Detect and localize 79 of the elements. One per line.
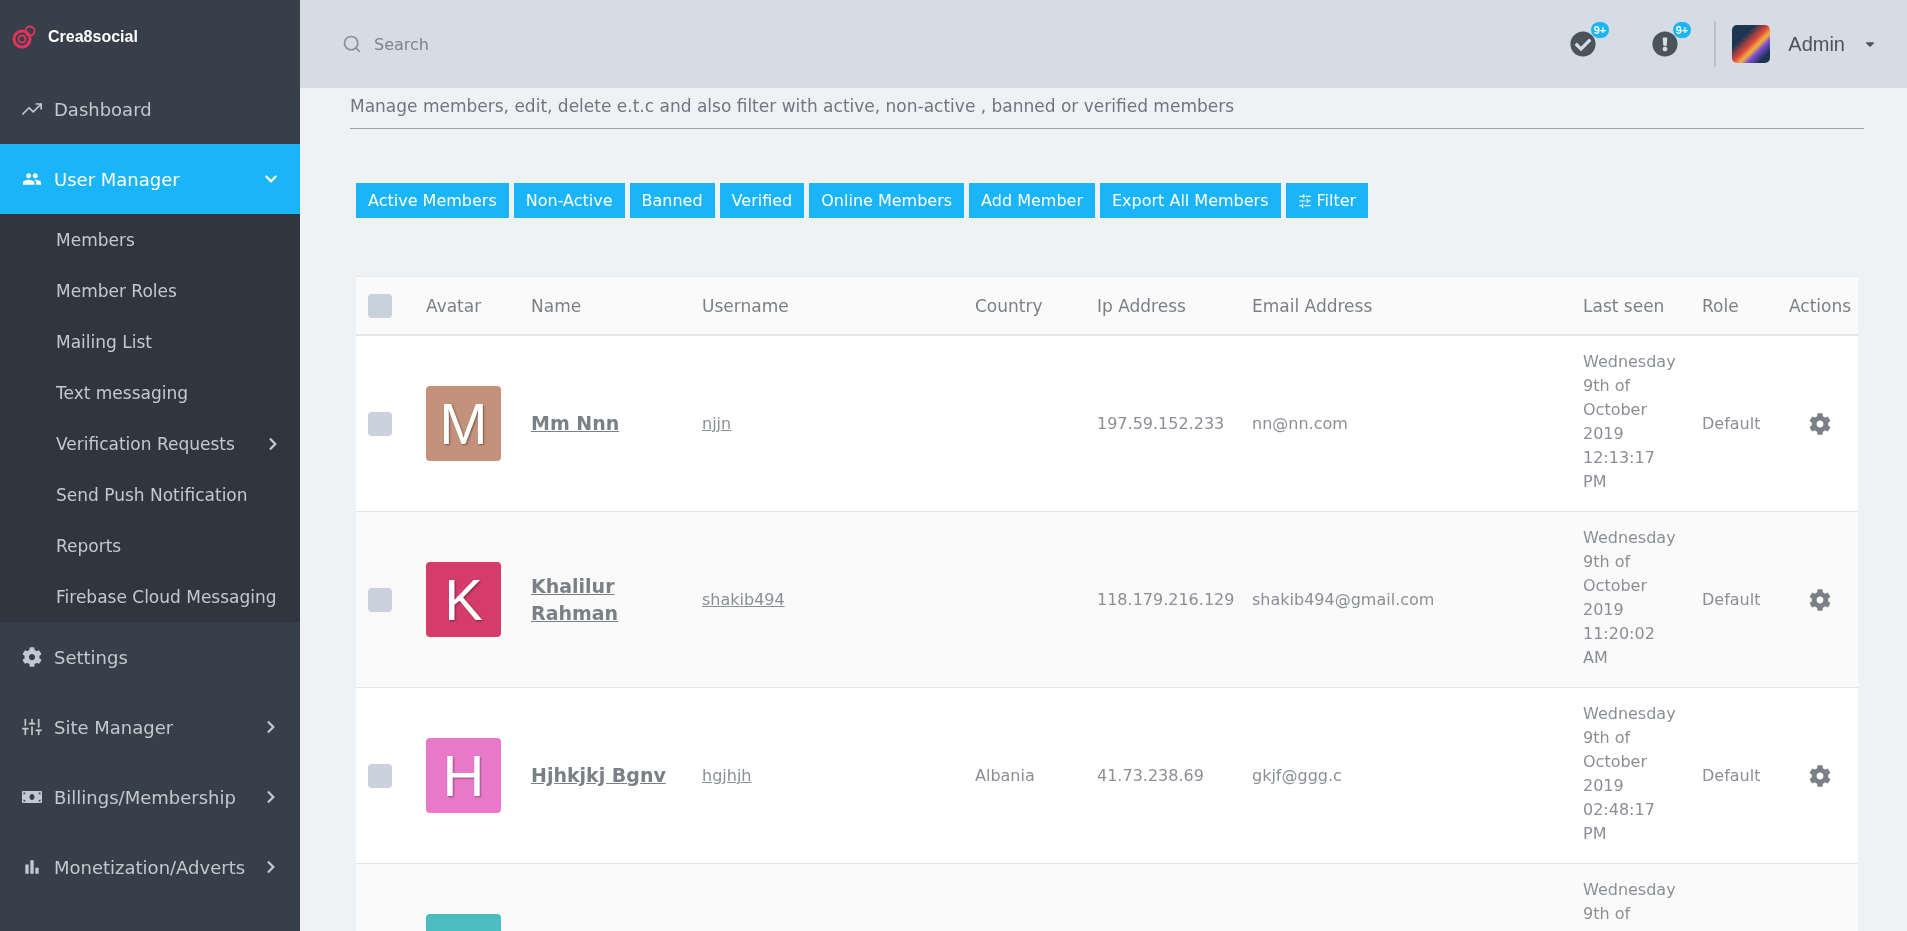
logo-icon: [12, 24, 38, 50]
sidebar-item[interactable]: Site Manager: [0, 692, 300, 762]
count-badge: 9+: [1590, 22, 1610, 38]
role-text: Default: [1702, 590, 1762, 609]
email-text: shakib494@gmail.com: [1252, 590, 1436, 609]
filter-tab-button[interactable]: Online Members: [809, 183, 965, 218]
sidebar-subitem[interactable]: Text messaging: [0, 367, 300, 418]
row-checkbox[interactable]: [368, 587, 392, 612]
column-header: Name: [531, 295, 583, 316]
sidebar-subitem[interactable]: Members: [0, 214, 300, 265]
row-checkbox[interactable]: [368, 763, 392, 788]
column-header: Username: [702, 295, 790, 316]
column-header: Actions: [1789, 295, 1853, 316]
column-header: Avatar: [426, 295, 483, 316]
ip-text: 41.73.238.69: [1097, 766, 1205, 785]
column-header: Role: [1702, 295, 1740, 316]
sidebar-subitem[interactable]: Send Push Notification: [0, 469, 300, 520]
column-header: Email Address: [1252, 295, 1374, 316]
settings-icon: [1809, 764, 1831, 787]
role-text: Default: [1702, 414, 1762, 433]
row-checkbox[interactable]: [368, 411, 392, 436]
sidebar-item[interactable]: Monetization/Adverts: [0, 832, 300, 902]
sidebar-item[interactable]: Settings: [0, 622, 300, 692]
filter-tab-button[interactable]: Add Member: [969, 183, 1095, 218]
filter-button[interactable]: Filter: [1285, 183, 1369, 218]
username-link[interactable]: hgjhjh: [702, 766, 752, 785]
bar-chart-icon: [22, 857, 42, 877]
last-seen-text: Wednesday 9th of October 2019 12:13:17 PM: [1583, 351, 1675, 493]
sidebar-subitem[interactable]: Mailing List: [0, 316, 300, 367]
sidebar-subitem[interactable]: Verification Requests: [0, 418, 300, 469]
user-menu[interactable]: Admin: [1732, 25, 1877, 63]
column-header: Last seen: [1583, 295, 1666, 316]
country-text: Albania: [975, 766, 1036, 785]
filter-tab-button[interactable]: Non-Active: [513, 183, 625, 218]
settings-button[interactable]: [1809, 764, 1831, 787]
sidebar-subitem[interactable]: Member Roles: [0, 265, 300, 316]
alerts-button[interactable]: 9+: [1652, 22, 1692, 57]
filter-tab-button[interactable]: Banned: [629, 183, 715, 218]
ip-text: 197.59.152.233: [1097, 414, 1226, 433]
column-header: Country: [975, 295, 1044, 316]
email-text: nn@nn.com: [1252, 414, 1349, 433]
role-text: Default: [1702, 766, 1762, 785]
count-badge: 9+: [1672, 22, 1692, 38]
letter-avatar: K: [426, 562, 501, 637]
sidebar-subitem[interactable]: Firebase Cloud Messaging: [0, 571, 300, 622]
page-description: Manage members, edit, delete e.t.c and also filter with active, non-active , banned or verified members: [350, 96, 1864, 129]
member-name-link[interactable]: Khalilur Rahman: [531, 572, 679, 627]
user-avatar: [1732, 25, 1771, 63]
last-seen-text: Wednesday 9th of October 2019 11:20:02 AM: [1583, 527, 1675, 669]
filter-tab-button[interactable]: Export All Members: [1100, 183, 1281, 218]
sliders-icon: [22, 717, 42, 737]
filter-tab-button[interactable]: Verified: [719, 183, 805, 218]
search-icon: [342, 34, 362, 54]
username-link[interactable]: njjn: [702, 414, 732, 433]
ip-text: 118.179.216.129: [1097, 590, 1236, 609]
brand-name: Crea8social: [48, 28, 138, 46]
username-link[interactable]: shakib494: [702, 590, 785, 609]
settings-icon: [1809, 588, 1831, 611]
letter-avatar: M: [426, 386, 501, 461]
last-seen-text: Wednesday 9th of: [1583, 879, 1675, 925]
sidebar-subitem[interactable]: Reports: [0, 520, 300, 571]
sliders-icon: [1297, 193, 1312, 208]
member-name-link[interactable]: Mm Nnn: [531, 410, 679, 437]
column-header: Ip Address: [1097, 295, 1187, 316]
sidebar-item[interactable]: User Manager: [0, 144, 300, 214]
select-all-checkbox[interactable]: [368, 293, 392, 318]
search-field[interactable]: Search: [372, 33, 676, 55]
email-text: gkjf@ggg.c: [1252, 766, 1343, 785]
tasks-button[interactable]: 9+: [1570, 22, 1610, 57]
settings-icon: [22, 647, 42, 667]
sidebar-item[interactable]: Billings/Membership: [0, 762, 300, 832]
last-seen-text: Wednesday 9th of October 2019 02:48:17 PM: [1583, 703, 1675, 845]
settings-button[interactable]: [1809, 588, 1831, 611]
letter-avatar: H: [426, 738, 501, 813]
settings-button[interactable]: [1809, 412, 1831, 435]
filter-tab-button[interactable]: Active Members: [356, 183, 509, 218]
settings-icon: [1809, 412, 1831, 435]
sidebar-item[interactable]: Dashboard: [0, 74, 300, 144]
member-name-link[interactable]: Hjhkjkj Bgnv: [531, 762, 679, 789]
